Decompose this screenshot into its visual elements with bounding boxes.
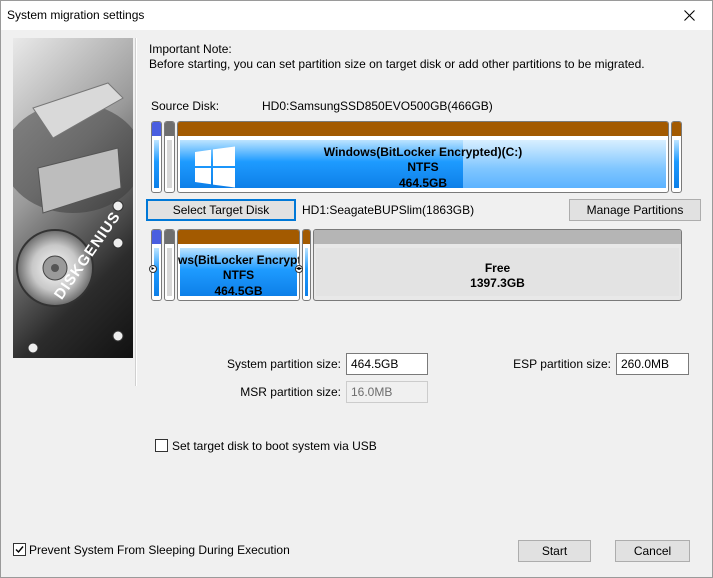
source-partition-name: Windows(BitLocker Encrypted)(C:): [323, 145, 523, 159]
resize-handle-right-icon[interactable]: ◂▸: [295, 265, 303, 273]
free-space-size: 1397.3GB: [470, 276, 525, 290]
target-partition-fs: NTFS: [222, 268, 255, 282]
target-disk-map: ws(BitLocker Encrypt NTFS 464.5GB Free 1…: [149, 229, 682, 301]
prevent-sleep-label[interactable]: Prevent System From Sleeping During Exec…: [29, 543, 290, 557]
sidebar-divider: [135, 38, 137, 386]
target-partition-size: 464.5GB: [214, 284, 263, 298]
prevent-sleep-checkbox[interactable]: [13, 543, 26, 556]
source-partition-msr[interactable]: [164, 121, 175, 193]
note-title: Important Note:: [149, 42, 232, 56]
title-bar: System migration settings: [1, 1, 712, 30]
source-partition-fs: NTFS: [407, 160, 439, 174]
target-disk-value: HD1:SeagateBUPSlim(1863GB): [302, 203, 475, 217]
note-text: Before starting, you can set partition s…: [149, 57, 645, 71]
usb-boot-label[interactable]: Set target disk to boot system via USB: [172, 439, 377, 453]
source-disk-value: HD0:SamsungSSD850EVO500GB(466GB): [262, 99, 493, 113]
start-button[interactable]: Start: [518, 540, 591, 562]
target-partition-recovery[interactable]: [302, 229, 311, 301]
migration-dialog: System migration settings DISKGENIUS Imp…: [0, 0, 713, 578]
system-partition-size-input[interactable]: 464.5GB: [346, 353, 428, 375]
system-partition-size-label: System partition size:: [226, 357, 341, 371]
source-disk-map: Windows(BitLocker Encrypted)(C:) NTFS 46…: [151, 121, 682, 193]
hard-disk-icon: [13, 82, 133, 354]
cancel-button[interactable]: Cancel: [615, 540, 690, 562]
target-partition-main[interactable]: ws(BitLocker Encrypt NTFS 464.5GB: [177, 229, 300, 301]
target-partition-msr[interactable]: [164, 229, 175, 301]
target-partition-name: ws(BitLocker Encrypt: [178, 253, 300, 267]
resize-handle-left-icon[interactable]: ▸: [149, 265, 157, 273]
window-title: System migration settings: [7, 8, 145, 22]
source-partition-recovery[interactable]: [671, 121, 682, 193]
free-space-label: Free: [484, 261, 511, 275]
close-icon: [683, 10, 695, 21]
close-button[interactable]: [666, 1, 712, 30]
source-partition-main[interactable]: Windows(BitLocker Encrypted)(C:) NTFS 46…: [177, 121, 669, 193]
hard-disk-illustration: DISKGENIUS: [13, 38, 133, 358]
target-free-space[interactable]: Free 1397.3GB: [313, 229, 682, 301]
esp-partition-size-label: ESP partition size:: [513, 357, 611, 371]
checkmark-icon: [15, 546, 24, 554]
source-partition-esp[interactable]: [151, 121, 162, 193]
msr-partition-size-label: MSR partition size:: [240, 385, 341, 399]
source-partition-size: 464.5GB: [398, 176, 448, 190]
msr-partition-size-input: 16.0MB: [346, 381, 428, 403]
select-target-disk-button[interactable]: Select Target Disk: [146, 199, 296, 221]
usb-boot-checkbox[interactable]: [155, 439, 168, 452]
manage-partitions-button[interactable]: Manage Partitions: [569, 199, 701, 221]
esp-partition-size-input[interactable]: 260.0MB: [616, 353, 689, 375]
source-disk-label: Source Disk:: [151, 99, 220, 113]
